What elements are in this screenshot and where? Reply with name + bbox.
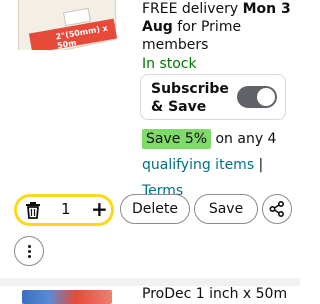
toggle-knob: [257, 88, 275, 106]
save-for-later-button[interactable]: Save: [194, 194, 258, 224]
item-divider: [0, 278, 300, 286]
trash-icon[interactable]: [25, 201, 41, 219]
qualifying-items-link[interactable]: qualifying items: [142, 157, 254, 173]
more-options-button[interactable]: [14, 236, 44, 266]
share-button[interactable]: [262, 194, 292, 224]
stock-status: In stock: [142, 56, 197, 72]
delivery-prefix: FREE delivery: [142, 1, 239, 17]
more-dot: [28, 245, 31, 248]
next-product-image[interactable]: [22, 290, 112, 304]
subscribe-save-label: Subscribe & Save: [151, 81, 229, 115]
delivery-info: FREE delivery Mon 3 Aug for Prime member…: [142, 0, 292, 54]
cart-item-card: 2"(50mm) x 50m FREE delivery Mon 3 Aug f…: [0, 0, 300, 278]
share-icon: [269, 201, 284, 217]
plus-icon[interactable]: +: [91, 197, 108, 221]
subscribe-save-box[interactable]: Subscribe & Save: [140, 74, 286, 120]
item-actions: 1 + Delete Save: [12, 194, 298, 226]
subscribe-save-toggle[interactable]: [237, 86, 277, 108]
quantity-value: 1: [61, 200, 71, 218]
save-offer: Save 5% on any 4 qualifying items | Term…: [142, 126, 298, 204]
save-offer-text: on any 4: [211, 131, 277, 147]
more-dot: [28, 255, 31, 258]
product-image[interactable]: 2"(50mm) x 50m: [8, 0, 120, 50]
link-separator: |: [254, 157, 264, 173]
delete-button[interactable]: Delete: [120, 194, 190, 224]
more-dot: [28, 250, 31, 253]
save-badge: Save 5%: [142, 129, 212, 149]
quantity-stepper[interactable]: 1 +: [14, 194, 114, 226]
